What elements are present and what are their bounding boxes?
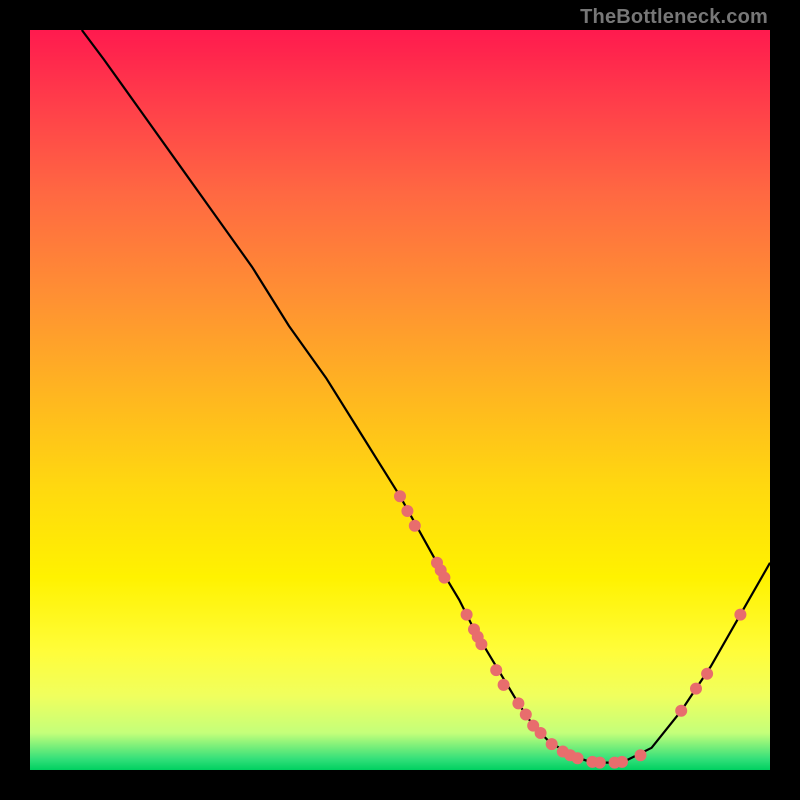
marker-point xyxy=(498,679,510,691)
plot-area xyxy=(30,30,770,770)
marker-point xyxy=(512,697,524,709)
marker-point xyxy=(616,756,628,768)
chart-svg xyxy=(30,30,770,770)
marker-point xyxy=(409,520,421,532)
marker-point xyxy=(546,738,558,750)
marker-group xyxy=(394,490,746,768)
marker-point xyxy=(490,664,502,676)
marker-point xyxy=(572,752,584,764)
marker-point xyxy=(675,705,687,717)
marker-point xyxy=(401,505,413,517)
marker-point xyxy=(438,572,450,584)
chart-frame: TheBottleneck.com xyxy=(0,0,800,800)
marker-point xyxy=(594,757,606,769)
marker-point xyxy=(701,668,713,680)
marker-point xyxy=(394,490,406,502)
marker-point xyxy=(475,638,487,650)
curve-line xyxy=(82,30,770,763)
marker-point xyxy=(734,609,746,621)
marker-point xyxy=(520,709,532,721)
marker-point xyxy=(461,609,473,621)
watermark-label: TheBottleneck.com xyxy=(580,6,768,29)
marker-point xyxy=(535,727,547,739)
marker-point xyxy=(635,749,647,761)
marker-point xyxy=(690,683,702,695)
